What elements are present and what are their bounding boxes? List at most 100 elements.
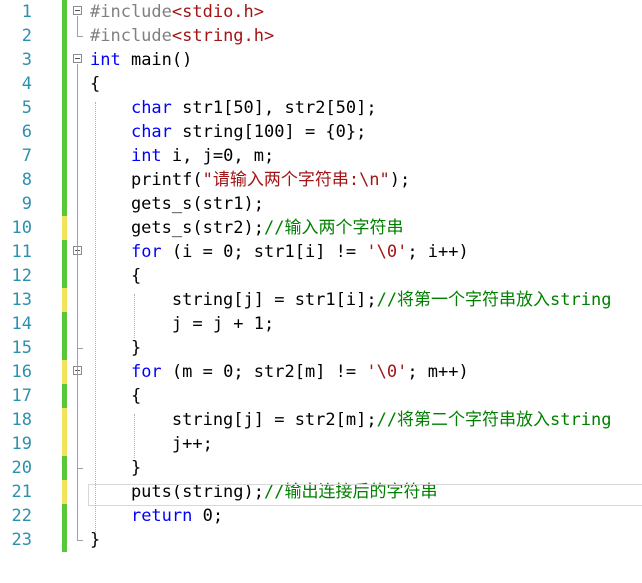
code-text: { [90,74,101,94]
line-number: 12 [11,266,32,286]
line-number: 4 [21,74,32,94]
indent-guide [95,102,96,532]
code-line[interactable]: 15 } [0,336,642,360]
code-text: return 0; [130,506,224,526]
code-text: int i, j=0, m; [130,146,275,166]
line-number: 9 [21,194,32,214]
line-number: 23 [11,530,32,550]
code-text: char str1[50], str2[50]; [130,98,377,118]
code-text: } [90,458,142,478]
line-number: 20 [11,458,32,478]
code-line[interactable]: 22 return 0; [0,504,642,528]
fold-region-end [77,348,83,349]
code-line[interactable]: 23} [0,528,642,552]
line-number: 21 [11,482,32,502]
line-number: 17 [11,386,32,406]
line-number: 10 [11,218,32,238]
saved-change-marker [62,264,67,288]
code-text: #include<stdio.h> [90,2,265,22]
saved-change-marker [62,528,67,552]
code-text: printf("请输入两个字符串:\n"); [90,170,411,190]
line-number: 7 [21,146,32,166]
code-line[interactable]: 11 for (i = 0; str1[i] != '\0'; i++) [0,240,642,264]
code-line[interactable]: 20 } [0,456,642,480]
code-line[interactable]: 1 #include<stdio.h> [0,0,642,24]
code-text: int main() [90,50,193,70]
code-line[interactable]: 13 string[j] = str1[i];//将第一个字符串放入string [0,288,642,312]
code-text: gets_s(str1); [90,194,264,214]
unsaved-change-marker [62,432,67,456]
saved-change-marker [62,48,67,72]
code-text: string[j] = str1[i];//将第一个字符串放入string [90,290,612,310]
fold-region-end [77,468,83,469]
code-line[interactable]: 7 int i, j=0, m; [0,144,642,168]
line-number: 3 [21,50,32,70]
code-line[interactable]: 4{ [0,72,642,96]
indent-guide [134,294,135,338]
unsaved-change-marker [62,288,67,312]
code-text: gets_s(str2);//输入两个字符串 [90,218,404,238]
code-line[interactable]: 2 #include<string.h> [0,24,642,48]
code-line[interactable]: 19 j++; [0,432,642,456]
unsaved-change-marker [62,480,67,504]
code-line[interactable]: 12 { [0,264,642,288]
code-editor[interactable]: 1 #include<stdio.h> 2 #include<string.h> 3 in… [0,0,642,583]
line-number: 16 [11,362,32,382]
line-number: 2 [21,26,32,46]
collapse-icon[interactable] [73,54,82,63]
unsaved-change-marker [62,360,67,384]
code-line[interactable]: 17 { [0,384,642,408]
code-line[interactable]: 3 int main() [0,48,642,72]
line-number: 15 [11,338,32,358]
code-text: #include<string.h> [90,26,275,46]
line-number: 18 [11,410,32,430]
line-number: 14 [11,314,32,334]
code-text: { [90,266,142,286]
line-number: 5 [21,98,32,118]
saved-change-marker [62,72,67,96]
saved-change-marker [62,168,67,192]
indent-guide [134,414,135,458]
line-number: 19 [11,434,32,454]
code-text: j = j + 1; [90,314,275,334]
line-number: 1 [21,2,32,22]
fold-region-line [77,16,78,36]
fold-region-line [77,376,78,468]
saved-change-marker [62,96,67,120]
saved-change-marker [62,144,67,168]
code-line[interactable]: 9 gets_s(str1); [0,192,642,216]
saved-change-marker [62,312,67,336]
unsaved-change-marker [62,216,67,240]
code-text: for (i = 0; str1[i] != '\0'; i++) [130,242,469,262]
code-line[interactable]: 5 char str1[50], str2[50]; [0,96,642,120]
line-number: 22 [11,506,32,526]
fold-region-end [77,540,83,541]
code-text: char string[100] = {0}; [130,122,367,142]
code-line[interactable]: 10 gets_s(str2);//输入两个字符串 [0,216,642,240]
code-line[interactable]: 16 for (m = 0; str2[m] != '\0'; m++) [0,360,642,384]
code-text: for (m = 0; str2[m] != '\0'; m++) [130,362,469,382]
saved-change-marker [62,0,67,24]
saved-change-marker [62,336,67,360]
saved-change-marker [62,24,67,48]
collapse-icon[interactable] [73,6,82,15]
code-text: { [90,386,142,406]
code-line[interactable]: 14 j = j + 1; [0,312,642,336]
fold-region-line [77,256,78,348]
code-text: j++; [90,434,213,454]
current-line-highlight [88,484,642,506]
code-text: } [90,338,142,358]
code-line[interactable]: 8 printf("请输入两个字符串:\n"); [0,168,642,192]
saved-change-marker [62,240,67,264]
saved-change-marker [62,504,67,528]
line-number: 13 [11,290,32,310]
saved-change-marker [62,384,67,408]
code-line[interactable]: 6 char string[100] = {0}; [0,120,642,144]
code-line[interactable]: 18 string[j] = str2[m];//将第二个字符串放入string [0,408,642,432]
unsaved-change-marker [62,408,67,432]
fold-region-end [77,36,83,37]
saved-change-marker [62,192,67,216]
line-number: 8 [21,170,32,190]
saved-change-marker [62,120,67,144]
code-text: string[j] = str2[m];//将第二个字符串放入string [90,410,612,430]
